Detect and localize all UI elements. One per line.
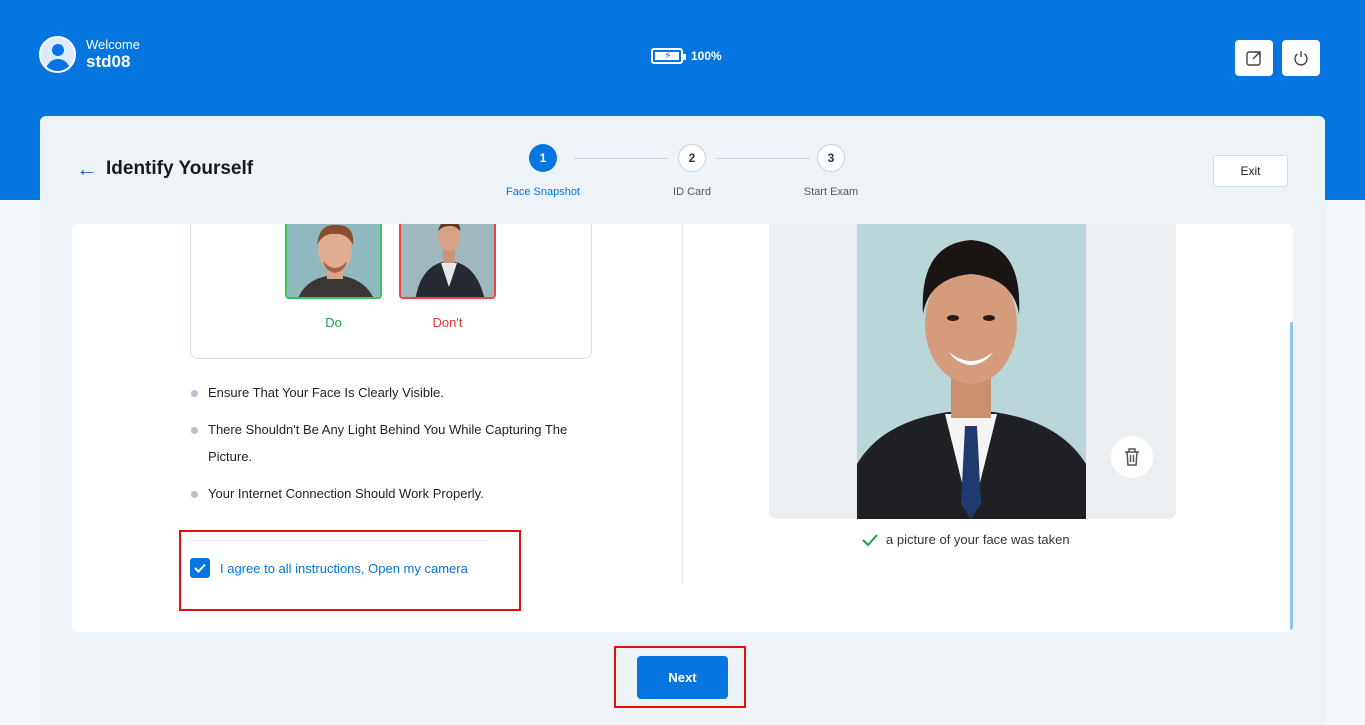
step-label: Face Snapshot xyxy=(506,186,580,198)
captured-photo-preview xyxy=(769,224,1176,519)
open-external-button[interactable] xyxy=(1235,40,1273,76)
next-highlight-box xyxy=(614,646,746,708)
trash-icon xyxy=(1125,448,1139,466)
dont-example-image xyxy=(399,224,496,299)
check-icon xyxy=(862,533,878,546)
page-header: ← Identify Yourself xyxy=(76,158,253,180)
captured-face-image xyxy=(857,224,1086,519)
identify-card: ← Identify Yourself 1 Face Snapshot 2 ID… xyxy=(40,116,1325,725)
power-button[interactable] xyxy=(1282,40,1320,76)
page-title: Identify Yourself xyxy=(106,158,254,179)
stepper: 1 Face Snapshot 2 ID Card 3 Start Exam xyxy=(506,144,876,204)
step-number: 3 xyxy=(817,144,845,172)
user-avatar-icon xyxy=(39,36,76,73)
step-number: 1 xyxy=(529,144,557,172)
capture-status: a picture of your face was taken xyxy=(862,532,1070,547)
instruction-item: Your Internet Connection Should Work Pro… xyxy=(190,480,590,507)
exit-button[interactable]: Exit xyxy=(1213,155,1288,187)
step-face-snapshot: 1 Face Snapshot xyxy=(493,144,593,198)
battery-icon: ⚡ xyxy=(651,48,686,64)
capture-status-text: a picture of your face was taken xyxy=(886,532,1070,547)
external-link-icon xyxy=(1246,51,1261,66)
do-example-image xyxy=(285,224,382,299)
instructions-list: Ensure That Your Face Is Clearly Visible… xyxy=(190,379,590,517)
step-start-exam: 3 Start Exam xyxy=(781,144,881,198)
battery-status: ⚡ 100% xyxy=(651,48,722,64)
instruction-item: There Shouldn't Be Any Light Behind You … xyxy=(190,416,590,470)
column-divider xyxy=(682,224,683,584)
step-label: ID Card xyxy=(673,186,711,198)
user-info: Welcome std08 xyxy=(39,36,140,73)
agree-highlight-box xyxy=(179,530,521,611)
scrollbar[interactable] xyxy=(1290,322,1293,630)
do-label: Do xyxy=(325,315,342,330)
power-icon xyxy=(1294,51,1308,66)
dont-label: Don't xyxy=(432,315,463,330)
battery-level: 100% xyxy=(691,49,722,63)
step-label: Start Exam xyxy=(803,186,859,198)
delete-photo-button[interactable] xyxy=(1111,436,1153,478)
step-number: 2 xyxy=(678,144,706,172)
step-id-card: 2 ID Card xyxy=(642,144,742,198)
welcome-text: Welcome xyxy=(86,36,140,52)
example-photos: Do Don't xyxy=(190,224,592,359)
instruction-item: Ensure That Your Face Is Clearly Visible… xyxy=(190,379,590,406)
username: std08 xyxy=(86,52,131,72)
back-arrow-icon[interactable]: ← xyxy=(76,158,98,180)
